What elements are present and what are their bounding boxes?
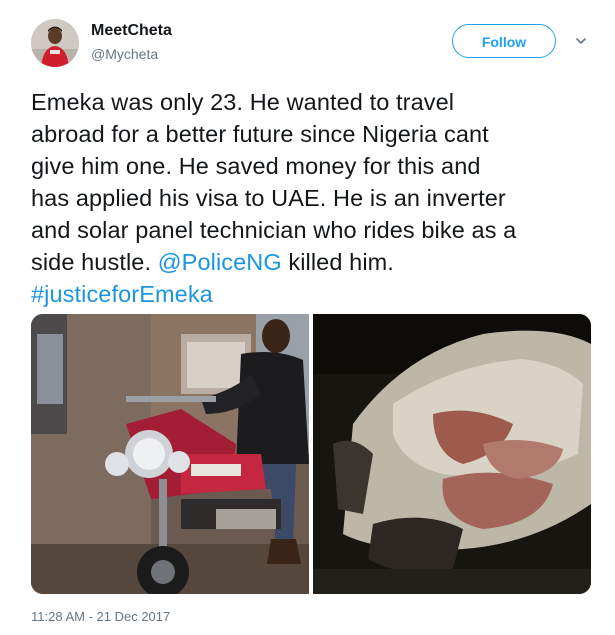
chevron-down-icon[interactable] <box>574 34 588 48</box>
tweet-text-segment: side hustle. <box>31 249 158 275</box>
mention-link[interactable]: @PoliceNG <box>158 249 282 275</box>
user-handle[interactable]: @Mycheta <box>91 46 158 62</box>
tweet-text: Emeka was only 23. He wanted to travel a… <box>31 86 593 310</box>
tweet-text-line: #justiceforEmeka <box>31 278 593 310</box>
media-grid <box>31 314 591 594</box>
photo-covered-body[interactable] <box>313 314 591 594</box>
tweet-text-line: abroad for a better future since Nigeria… <box>31 121 489 147</box>
tweet-text-line: Emeka was only 23. He wanted to travel <box>31 89 455 115</box>
tweet-text-segment: killed him. <box>281 249 394 275</box>
display-name[interactable]: MeetCheta <box>91 22 172 40</box>
tweet-text-line: give him one. He saved money for this an… <box>31 153 481 179</box>
avatar-image <box>31 19 79 67</box>
hashtag-link[interactable]: #justiceforEmeka <box>31 281 213 307</box>
tweet-text-line: has applied his visa to UAE. He is an in… <box>31 185 506 211</box>
tweet-text-line: and solar panel technician who rides bik… <box>31 217 517 243</box>
tweet-card: MeetCheta @Mycheta Follow Emeka was only… <box>0 0 615 635</box>
tweet-timestamp[interactable]: 11:28 AM - 21 Dec 2017 <box>31 609 170 624</box>
photo-motorcycle[interactable] <box>31 314 309 594</box>
avatar[interactable] <box>31 19 79 67</box>
tweet-text-line: side hustle. @PoliceNG killed him. <box>31 246 593 278</box>
follow-button[interactable]: Follow <box>452 24 556 58</box>
